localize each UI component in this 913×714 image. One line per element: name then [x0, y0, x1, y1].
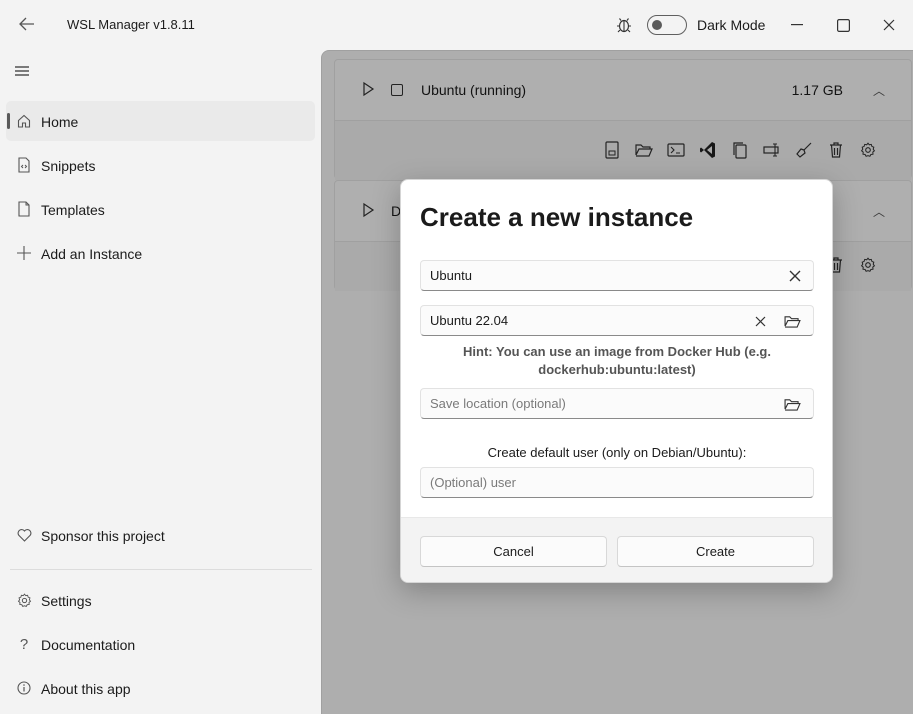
- toggle-knob: [652, 20, 662, 30]
- sidebar: Home Snippets Templates Add an Instance …: [0, 50, 321, 714]
- nav-label: About this app: [41, 681, 131, 697]
- nav-item-templates[interactable]: Templates: [6, 189, 315, 229]
- close-icon: [883, 19, 895, 31]
- clear-icon[interactable]: [751, 312, 769, 330]
- maximize-button[interactable]: [828, 10, 858, 40]
- snippet-icon: [16, 156, 32, 174]
- nav-item-snippets[interactable]: Snippets: [6, 145, 315, 185]
- active-indicator: [7, 113, 10, 129]
- heart-icon: [16, 526, 32, 544]
- info-icon: [16, 679, 32, 697]
- plus-icon: [16, 244, 32, 262]
- nav-item-home[interactable]: Home: [6, 101, 315, 141]
- create-instance-dialog: Create a new instance Ubuntu Ubuntu 22.0…: [400, 179, 833, 583]
- create-button[interactable]: Create: [617, 536, 814, 567]
- instance-name-field[interactable]: Ubuntu: [420, 260, 814, 291]
- save-location-field[interactable]: Save location (optional): [420, 388, 814, 419]
- save-location-placeholder: Save location (optional): [430, 396, 566, 411]
- arrow-left-icon: [19, 17, 34, 31]
- question-icon: ?: [19, 635, 29, 653]
- home-icon: [16, 112, 32, 130]
- nav-label: Documentation: [41, 637, 136, 653]
- nav-item-documentation[interactable]: ? Documentation: [6, 624, 315, 664]
- menu-toggle-button[interactable]: [14, 62, 36, 80]
- nav-label: Settings: [41, 593, 92, 609]
- cancel-button[interactable]: Cancel: [420, 536, 607, 567]
- image-field[interactable]: Ubuntu 22.04: [420, 305, 814, 336]
- title-bar: WSL Manager v1.8.11 Dark Mode: [0, 0, 913, 50]
- close-button[interactable]: [874, 10, 904, 40]
- gear-icon: [16, 591, 32, 609]
- maximize-icon: [836, 18, 850, 32]
- app-title: WSL Manager v1.8.11: [67, 17, 195, 32]
- minimize-icon: [791, 24, 803, 26]
- clear-icon[interactable]: [786, 267, 804, 285]
- back-button[interactable]: [14, 12, 40, 36]
- nav-item-about[interactable]: About this app: [6, 668, 315, 708]
- nav-item-sponsor[interactable]: Sponsor this project: [6, 515, 315, 555]
- bug-icon[interactable]: [614, 15, 634, 35]
- default-user-label: Create default user (only on Debian/Ubun…: [487, 445, 747, 460]
- nav-label: Home: [41, 114, 79, 130]
- nav-item-settings[interactable]: Settings: [6, 580, 315, 620]
- template-icon: [16, 200, 32, 218]
- dialog-title: Create a new instance: [420, 202, 694, 232]
- nav-label: Add an Instance: [41, 246, 143, 262]
- dialog-footer: Cancel Create: [401, 517, 832, 582]
- default-user-field[interactable]: (Optional) user: [420, 467, 814, 498]
- hamburger-icon: [15, 66, 29, 76]
- minimize-button[interactable]: [782, 10, 812, 40]
- nav-label: Snippets: [41, 158, 96, 174]
- sidebar-divider: [10, 569, 312, 570]
- instance-name-value: Ubuntu: [430, 268, 472, 283]
- folder-open-icon[interactable]: [783, 312, 801, 330]
- nav-label: Sponsor this project: [41, 528, 165, 544]
- docker-hint: Hint: You can use an image from Docker H…: [463, 344, 771, 377]
- nav-label: Templates: [41, 202, 105, 218]
- nav-item-add-instance[interactable]: Add an Instance: [6, 233, 315, 273]
- image-value: Ubuntu 22.04: [430, 313, 509, 328]
- folder-open-icon[interactable]: [783, 395, 801, 413]
- default-user-placeholder: (Optional) user: [430, 475, 516, 490]
- dark-mode-toggle[interactable]: [647, 15, 687, 35]
- dark-mode-label: Dark Mode: [697, 17, 766, 33]
